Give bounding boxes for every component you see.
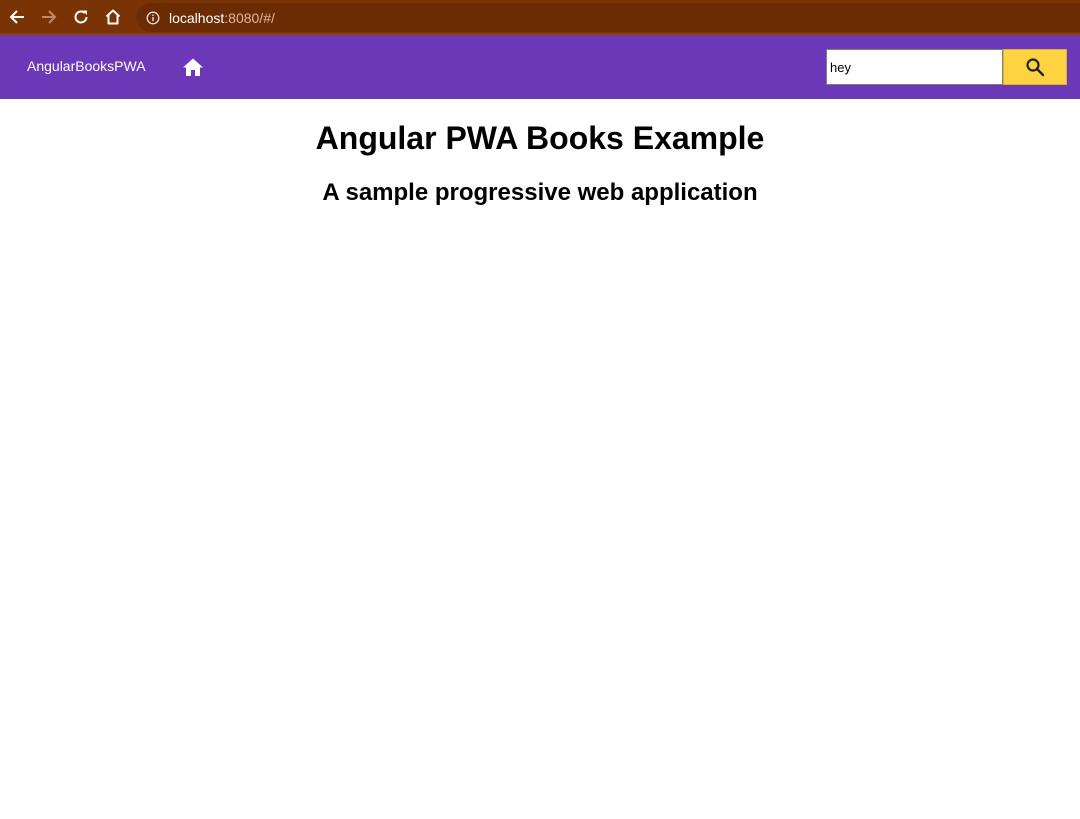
search-icon bbox=[1026, 58, 1045, 77]
app-title-link[interactable]: AngularBooksPWA bbox=[27, 58, 146, 74]
search-input[interactable] bbox=[826, 49, 1003, 85]
home-icon bbox=[183, 58, 203, 76]
page-subtitle: A sample progressive web application bbox=[322, 179, 758, 206]
search-button[interactable] bbox=[1003, 49, 1067, 85]
app-toolbar: AngularBooksPWA bbox=[0, 35, 1080, 99]
page-title: Angular PWA Books Example bbox=[315, 120, 765, 156]
arrow-left-icon bbox=[9, 10, 24, 24]
back-button[interactable] bbox=[4, 4, 30, 30]
url-host: localhost bbox=[169, 9, 225, 26]
forward-button[interactable] bbox=[36, 4, 62, 30]
browser-home-button[interactable] bbox=[100, 4, 126, 30]
reload-icon bbox=[74, 10, 88, 24]
home-button[interactable] bbox=[180, 54, 206, 80]
url-path: :8080/#/ bbox=[224, 9, 275, 26]
info-icon[interactable] bbox=[146, 11, 160, 25]
arrow-right-icon bbox=[42, 10, 57, 24]
reload-button[interactable] bbox=[68, 4, 94, 30]
url-text: localhost:8080/#/ bbox=[169, 10, 275, 26]
home-icon bbox=[105, 9, 121, 25]
address-bar[interactable]: localhost:8080/#/ bbox=[136, 3, 1080, 32]
browser-toolbar: localhost:8080/#/ bbox=[0, 0, 1080, 35]
